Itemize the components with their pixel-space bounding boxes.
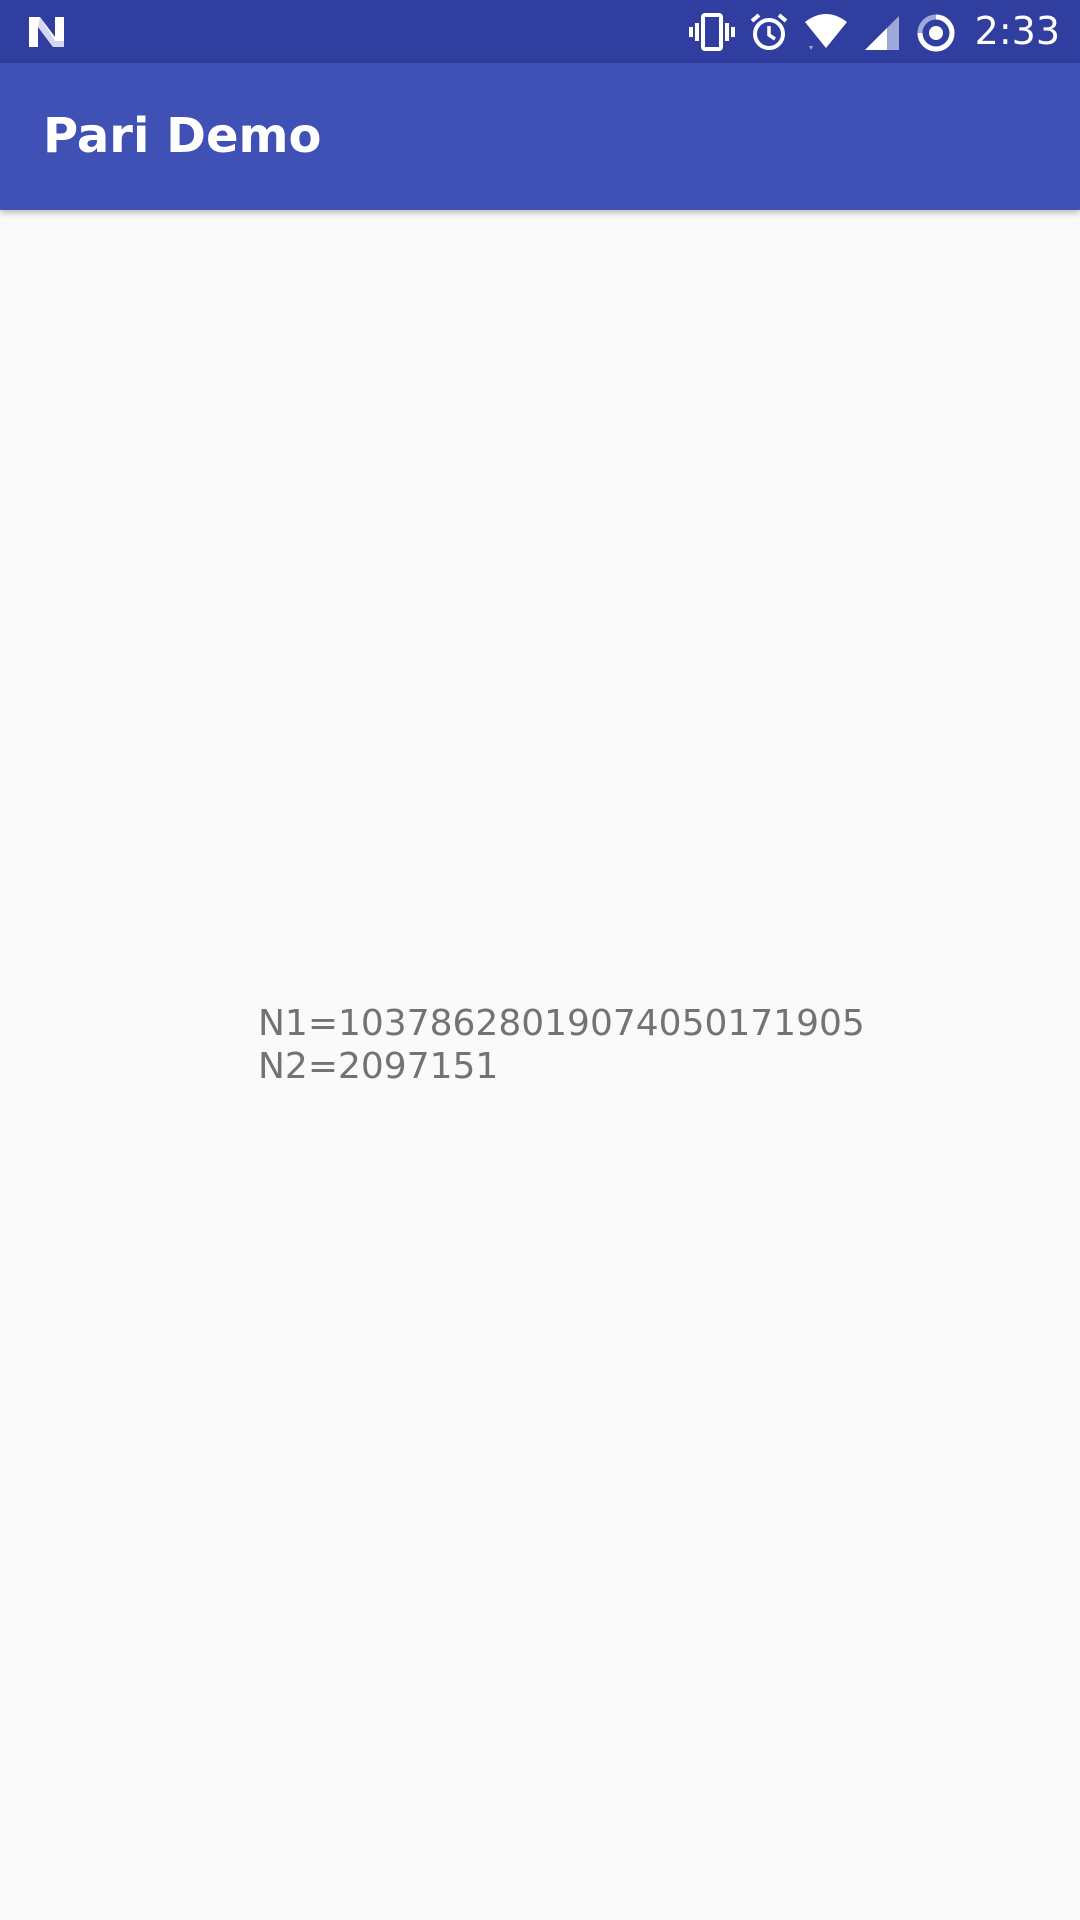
alarm-icon bbox=[749, 12, 789, 52]
app-bar: Pari Demo bbox=[0, 63, 1080, 210]
result-line-n1: N1=10378628019074050171905 bbox=[258, 1003, 865, 1044]
result-text: N1=10378628019074050171905 N2=2097151 bbox=[258, 1002, 865, 1088]
status-bar: 2:33 bbox=[0, 0, 1080, 63]
sync-icon bbox=[915, 12, 957, 52]
result-line-n2: N2=2097151 bbox=[258, 1046, 499, 1087]
app-title: Pari Demo bbox=[43, 108, 322, 164]
status-time: 2:33 bbox=[974, 9, 1060, 53]
android-n-icon bbox=[26, 11, 68, 53]
main-content: N1=10378628019074050171905 N2=2097151 bbox=[0, 210, 1080, 1920]
vibrate-icon bbox=[688, 12, 735, 52]
status-icons: 2:33 bbox=[688, 0, 1060, 63]
wifi-icon bbox=[803, 12, 849, 52]
cell-signal-icon bbox=[863, 12, 901, 52]
